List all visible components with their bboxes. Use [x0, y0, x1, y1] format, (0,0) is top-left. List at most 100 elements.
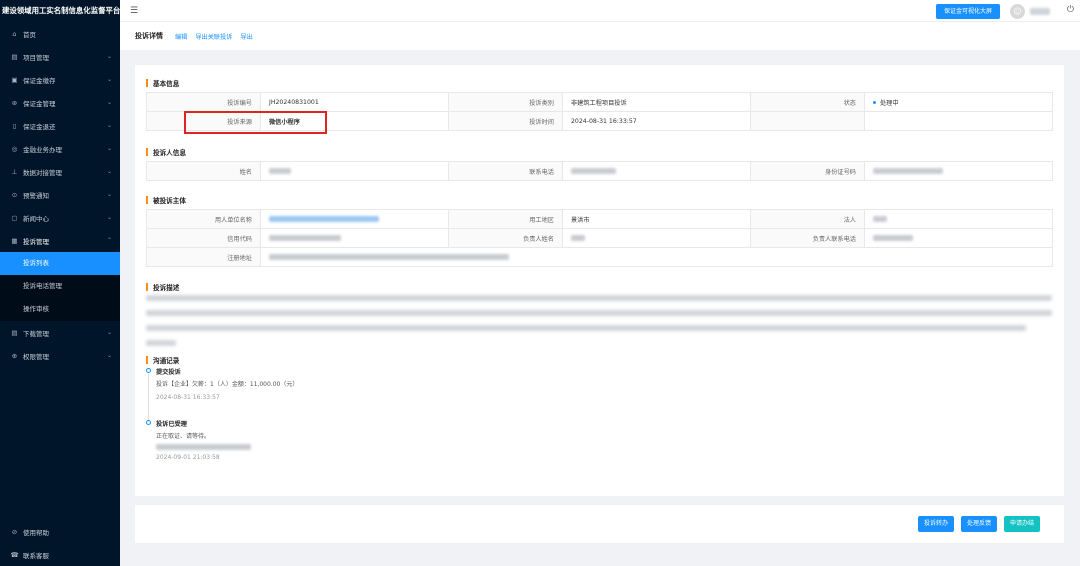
timeline-title: 投诉已受理 — [156, 421, 187, 428]
legal-person — [864, 209, 1053, 229]
employer-name[interactable] — [260, 209, 449, 229]
complainant-id — [864, 161, 1053, 181]
complaint-icon: ▦ — [11, 236, 18, 245]
export-link[interactable]: 导出 — [241, 32, 253, 41]
big-screen-button[interactable]: 保证金可视化大屏 — [935, 4, 1000, 19]
sidebar-item-refund[interactable]: ▯ 保证金退还 ⌄ — [0, 114, 120, 137]
sidebar-subitem-complaint-phone[interactable]: 投诉电话管理 — [0, 275, 120, 298]
section-basic-info: 基本信息 — [146, 78, 179, 88]
sidebar-item-label: 数据对接管理 — [23, 168, 62, 177]
feedback-button[interactable]: 处理反馈 — [961, 516, 998, 532]
edit-link[interactable]: 编辑 — [175, 32, 187, 41]
chevron-down-icon: ⌄ — [106, 122, 112, 129]
download-icon: ▤ — [11, 328, 18, 337]
table-row: 投诉编号 JH20240831001 投诉类别 非建筑工程项目投诉 状态 处理中 — [146, 92, 1053, 112]
sidebar: 建设领域用工实名制信息化监督平台 ⌂ 首页 ▤ 项目管理 ⌄ ▣ 保证金缴存 ⌄… — [0, 0, 120, 566]
credit-code — [260, 228, 449, 248]
sidebar-item-permission[interactable]: ⊕ 权限管理 ⌄ — [0, 344, 120, 367]
sidebar-item-deposit[interactable]: ▣ 保证金缴存 ⌄ — [0, 68, 120, 91]
complainant-table: 姓名 联系电话 身份证号码 — [146, 161, 1053, 181]
chevron-up-icon: ⌃ — [106, 237, 112, 244]
field-label: 注册地址 — [146, 247, 261, 267]
sidebar-item-label: 新闻中心 — [23, 214, 49, 223]
sidebar-item-label: 首页 — [23, 30, 36, 39]
field-label: 用人单位名称 — [146, 209, 261, 229]
field-label: 负责人联系电话 — [750, 228, 865, 248]
chevron-down-icon: ⌄ — [106, 168, 112, 175]
complainant-phone — [562, 161, 751, 181]
page-title: 投诉详情 — [135, 32, 163, 40]
status-badge: 处理中 — [880, 99, 899, 107]
sidebar-item-label: 预警通知 — [23, 191, 49, 200]
work-region: 景洪市 — [562, 209, 751, 229]
chevron-down-icon: ⌄ — [106, 352, 112, 359]
field-label: 联系电话 — [448, 161, 563, 181]
sidebar-item-label: 金融业务办理 — [23, 145, 62, 154]
sidebar-item-finance[interactable]: ◎ 金融业务办理 ⌄ — [0, 137, 120, 160]
status-dot-icon — [873, 101, 876, 104]
section-description: 投诉描述 — [146, 282, 179, 292]
sidebar-item-download[interactable]: ▤ 下载管理 ⌄ — [0, 321, 120, 344]
table-row: 用人单位名称 用工地区 景洪市 法人 — [146, 209, 1053, 229]
power-icon[interactable]: ⏻ — [1067, 5, 1074, 15]
complaint-submenu: 投诉列表 投诉电话管理 操作审核 — [0, 252, 120, 321]
field-label: 姓名 — [146, 161, 261, 181]
apply-close-button[interactable]: 申请办结 — [1004, 516, 1041, 532]
app-brand: 建设领域用工实名制信息化监督平台 — [2, 6, 120, 15]
respondent-table: 用人单位名称 用工地区 景洪市 法人 信用代码 负责人姓名 负责人联系电话 注册… — [146, 209, 1053, 267]
sidebar-item-home[interactable]: ⌂ 首页 — [0, 22, 120, 45]
field-label: 法人 — [750, 209, 865, 229]
status-cell: 处理中 — [864, 92, 1053, 112]
chevron-down-icon: ⌄ — [106, 329, 112, 336]
sidebar-item-service[interactable]: ☎ 联系客服 — [0, 543, 120, 566]
complainant-name — [260, 161, 449, 181]
sidebar-item-deposit-manage[interactable]: ⊛ 保证金管理 ⌄ — [0, 91, 120, 114]
chevron-down-icon: ⌄ — [106, 53, 112, 60]
sidebar-item-project[interactable]: ▤ 项目管理 ⌄ — [0, 45, 120, 68]
chevron-down-icon: ⌄ — [106, 145, 112, 152]
manager-name — [562, 228, 751, 248]
timeline-dot-icon — [146, 420, 151, 425]
news-icon: ▢ — [11, 213, 18, 222]
home-icon: ⌂ — [12, 29, 17, 38]
sidebar-bottom: ⊘ 使用帮助 ☎ 联系客服 — [0, 520, 120, 566]
transfer-button[interactable]: 投诉转办 — [918, 516, 955, 532]
export-related-link[interactable]: 导出关联投诉 — [195, 32, 232, 41]
sidebar-item-label: 权限管理 — [23, 352, 49, 361]
section-communication: 沟通记录 — [146, 355, 179, 365]
refund-icon: ▯ — [12, 121, 17, 130]
sidebar-item-label: 投诉管理 — [23, 237, 49, 246]
sidebar-item-help[interactable]: ⊘ 使用帮助 — [0, 520, 120, 543]
field-label: 用工地区 — [448, 209, 563, 229]
timeline-dot-icon — [146, 368, 151, 373]
table-row: 注册地址 — [146, 247, 1053, 267]
user-name[interactable] — [1030, 8, 1050, 15]
sidebar-item-news[interactable]: ▢ 新闻中心 ⌄ — [0, 206, 120, 229]
empty-cell — [864, 111, 1053, 131]
sidebar-subitem-complaint-list[interactable]: 投诉列表 — [0, 252, 120, 275]
sidebar-item-alert[interactable]: ⊙ 预警通知 ⌄ — [0, 183, 120, 206]
complaint-number: JH20240831001 — [260, 92, 449, 112]
sidebar-subitem-audit[interactable]: 操作审核 — [0, 298, 120, 321]
field-label: 身份证号码 — [750, 161, 865, 181]
registered-address — [260, 247, 1053, 267]
timeline-text: 正在取证、请等待。 — [156, 433, 211, 440]
timeline-blurred-note — [156, 443, 546, 450]
deposit-icon: ▣ — [11, 75, 18, 84]
highlight-annotation — [184, 111, 327, 134]
sidebar-menu: ⌂ 首页 ▤ 项目管理 ⌄ ▣ 保证金缴存 ⌄ ⊛ 保证金管理 ⌄ ▯ 保证金退… — [0, 22, 120, 367]
complaint-category: 非建筑工程项目投诉 — [562, 92, 751, 112]
sidebar-item-label: 联系客服 — [23, 551, 49, 560]
field-label — [750, 111, 865, 131]
section-complainant-info: 投诉人信息 — [146, 147, 186, 157]
data-icon: ⊥ — [11, 167, 18, 176]
sidebar-item-complaint[interactable]: ▦ 投诉管理 ⌃ — [0, 229, 120, 252]
timeline-item: 投诉已受理 正在取证、请等待。 2024-09-01 21:03:58 — [146, 419, 546, 461]
avatar[interactable]: ☺ — [1010, 4, 1025, 19]
table-row: 姓名 联系电话 身份证号码 — [146, 161, 1053, 181]
field-label: 信用代码 — [146, 228, 261, 248]
menu-toggle-icon[interactable]: ☰ — [130, 6, 138, 16]
sidebar-item-label: 使用帮助 — [23, 528, 49, 537]
action-bar: 投诉转办 处理反馈 申请办结 — [135, 505, 1064, 543]
sidebar-item-data[interactable]: ⊥ 数据对接管理 ⌄ — [0, 160, 120, 183]
